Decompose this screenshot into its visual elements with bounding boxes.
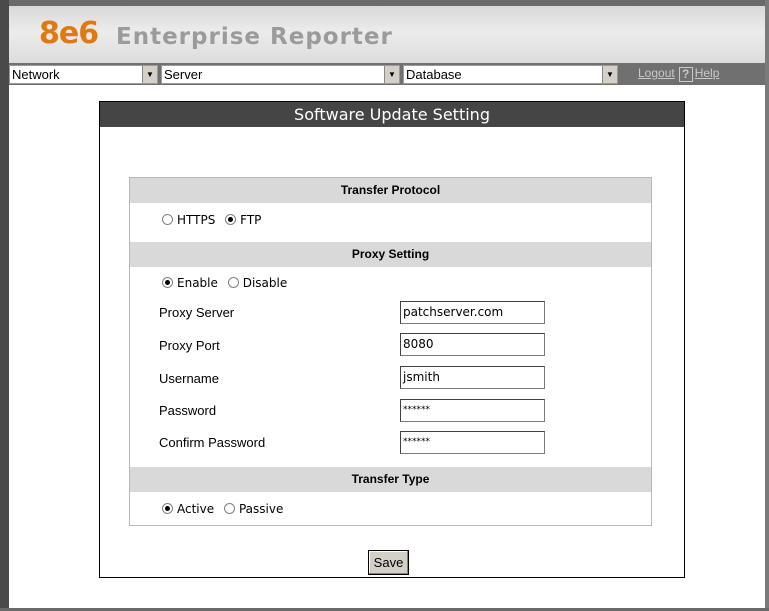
proxy-server-input[interactable]: patchserver.com [400,301,545,324]
chevron-down-icon[interactable]: ▼ [384,66,399,83]
save-button[interactable]: Save [368,550,409,575]
active-label: Active [177,502,215,516]
transfer-type-options: Active Passive [162,502,289,516]
active-option[interactable]: Active [162,502,214,516]
passive-option[interactable]: Passive [223,502,284,516]
ftp-option[interactable]: FTP [225,213,261,227]
disable-label: Disable [242,276,288,290]
active-radio[interactable] [162,503,173,514]
nav-links: Logout? Help [638,66,719,82]
ftp-label: FTP [240,213,262,227]
network-select[interactable]: Network ▼ [9,65,158,84]
disable-option[interactable]: Disable [227,276,288,290]
transfer-type-heading: Transfer Type [130,467,651,492]
window-frame-left [0,0,9,611]
disable-radio[interactable] [227,277,239,288]
confirm-password-input[interactable]: ****** [400,431,545,454]
chevron-down-icon[interactable]: ▼ [602,66,617,83]
https-radio[interactable] [162,214,173,225]
help-link[interactable]: Help [695,66,720,80]
brand-logo: 8e6 [39,16,99,51]
ftp-radio[interactable] [225,214,237,225]
password-input[interactable]: ****** [400,399,545,422]
transfer-protocol-options: HTTPS FTP [162,213,267,227]
nav-bar: Network ▼ Server ▼ Database ▼ Logout? Hel… [9,63,765,85]
chevron-down-icon[interactable]: ▼ [142,66,157,83]
network-select-value: Network [12,67,60,82]
main-content: Software Update Setting Transfer Protoco… [9,85,765,608]
server-select[interactable]: Server ▼ [161,65,400,84]
window-frame-right [765,0,769,611]
page-title: Software Update Setting [100,102,684,127]
proxy-port-input[interactable]: 8080 [400,333,545,356]
database-select-value: Database [406,67,462,82]
username-input[interactable]: jsmith [400,366,545,389]
enable-option[interactable]: Enable [162,276,218,290]
help-icon[interactable]: ? [678,67,693,82]
app-header: 8e6 Enterprise Reporter [9,6,765,63]
server-select-value: Server [164,67,203,82]
password-label: Password [159,403,217,418]
enable-radio[interactable] [162,277,173,288]
confirm-password-label: Confirm Password [159,435,266,450]
settings-panel: Software Update Setting Transfer Protoco… [99,101,685,578]
database-select[interactable]: Database ▼ [403,65,618,84]
passive-radio[interactable] [223,503,235,514]
username-label: Username [159,371,219,386]
logout-link[interactable]: Logout [638,66,675,80]
passive-label: Passive [238,502,284,516]
enable-label: Enable [177,276,218,290]
transfer-protocol-heading: Transfer Protocol [130,178,651,203]
proxy-port-label: Proxy Port [159,338,220,353]
https-label: HTTPS [177,213,216,227]
https-option[interactable]: HTTPS [162,213,215,227]
proxy-options: Enable Disable [162,276,293,290]
product-name: Enterprise Reporter [116,24,393,50]
settings-form: Transfer Protocol HTTPS FTP Proxy Settin… [129,177,652,526]
proxy-server-label: Proxy Server [159,305,235,320]
proxy-setting-heading: Proxy Setting [130,242,651,267]
